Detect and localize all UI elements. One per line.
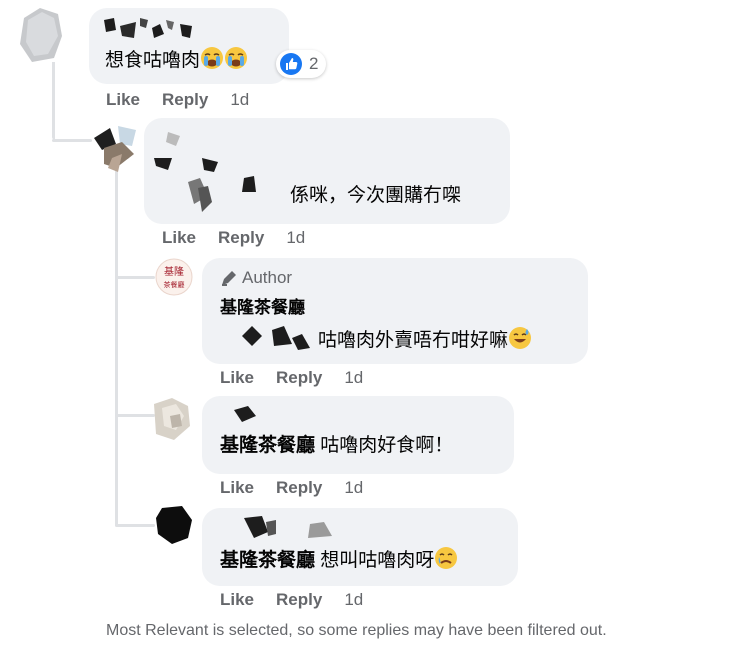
reaction-count-badge[interactable]: 2 [276,50,327,78]
comment-4-text: 咕嚕肉好食啊！ [320,435,454,456]
crying-face-icon [201,47,224,69]
comment-time[interactable]: 1d [344,590,363,609]
like-button[interactable]: Like [220,368,254,387]
thread-line-branch-3 [115,524,155,527]
reply-button[interactable]: Reply [276,590,322,609]
thread-line-branch-2 [115,414,155,417]
comment-5-text: 想叫咕嚕肉呀 [320,550,435,571]
commenter-name[interactable]: 基隆茶餐廳 [220,296,305,320]
reply-button[interactable]: Reply [276,368,322,387]
redacted-name [234,406,256,422]
mention-link[interactable]: 基隆茶餐廳 [220,435,315,456]
comment-1-text: 想食咕嚕肉 [105,50,201,71]
like-button[interactable]: Like [220,590,254,609]
comment-5-actions: Like Reply 1d [220,590,385,610]
redacted-name [244,516,332,538]
pen-icon [222,271,236,286]
like-button[interactable]: Like [162,228,196,247]
reply-button[interactable]: Reply [218,228,264,247]
reply-button[interactable]: Reply [276,478,322,497]
comment-text-3: 咕嚕肉外賣唔冇咁好嘛 [318,326,532,353]
redacted-name [104,18,192,38]
svg-text:基隆: 基隆 [164,265,184,278]
comment-time[interactable]: 1d [230,90,249,109]
reaction-count: 2 [309,54,319,73]
comment-2-text: 係咪，今次團購冇㗎 [290,185,462,206]
author-badge: Author [220,268,292,288]
like-button[interactable]: Like [106,90,140,109]
redacted-mention [242,326,310,350]
reply-button[interactable]: Reply [162,90,208,109]
comment-time[interactable]: 1d [344,368,363,387]
comment-time[interactable]: 1d [286,228,305,247]
comment-text-2: 係咪，今次團購冇㗎 [290,184,461,208]
comment-3-actions: Like Reply 1d [220,368,385,388]
thread-line-main [52,62,55,140]
crying-face-icon [435,547,458,569]
filter-note: Most Relevant is selected, so some repli… [106,622,607,639]
comment-text-4: 基隆茶餐廳 咕嚕肉好食啊！ [220,434,453,458]
comment-text-1: 想食咕嚕肉 [105,46,248,73]
thread-line-replies [115,168,118,526]
svg-text:茶餐廳: 茶餐廳 [164,280,185,289]
thread-line-main-curve [52,139,92,142]
comment-text-5: 基隆茶餐廳 想叫咕嚕肉呀 [220,546,458,573]
comment-1-actions: Like Reply 1d [106,90,271,110]
thread-line-branch-1 [115,276,155,279]
comment-time[interactable]: 1d [344,478,363,497]
user-avatar[interactable] [154,504,194,546]
user-avatar[interactable] [18,6,64,62]
sweat-smile-icon [509,327,532,349]
like-button[interactable]: Like [220,478,254,497]
page-name[interactable]: 基隆茶餐廳 [220,298,305,317]
crying-face-icon [225,47,248,69]
comment-3-text: 咕嚕肉外賣唔冇咁好嘛 [318,330,509,351]
redacted-name [154,132,256,212]
comment-2-actions: Like Reply 1d [162,228,327,248]
mention-link[interactable]: 基隆茶餐廳 [220,550,315,571]
page-avatar[interactable]: 基隆 茶餐廳 [155,258,193,296]
user-avatar[interactable] [92,124,138,176]
user-avatar[interactable] [150,396,192,442]
thumbs-up-icon [280,53,302,75]
author-label: Author [242,268,293,287]
comment-4-actions: Like Reply 1d [220,478,385,498]
